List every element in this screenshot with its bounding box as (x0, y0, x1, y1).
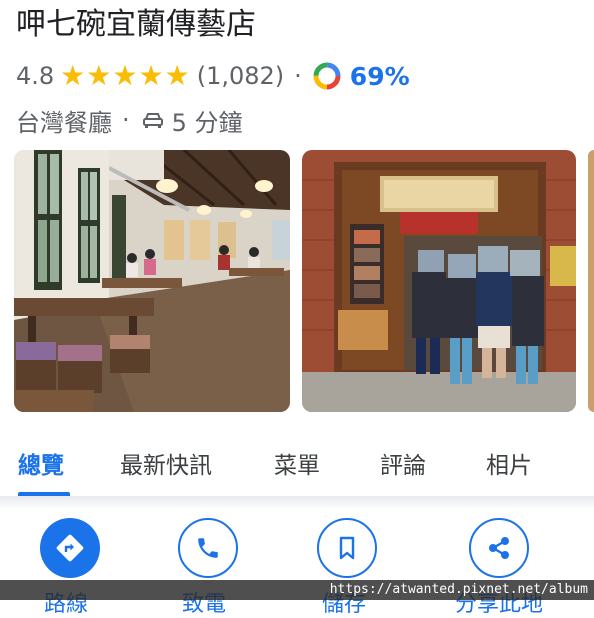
phone-icon (198, 538, 218, 558)
tab-updates[interactable]: 最新快訊 (120, 446, 212, 480)
star-icon: ★ (164, 59, 190, 92)
star-icon: ★ (138, 59, 164, 92)
bookmark-icon (339, 536, 355, 560)
star-icon: ★ (112, 59, 138, 92)
save-button[interactable] (317, 518, 377, 578)
drive-time: 5 分鐘 (171, 108, 243, 137)
directions-button[interactable] (40, 518, 100, 578)
watermark: https://atwanted.pixnet.net/album (0, 580, 594, 600)
rating-value: 4.8 (16, 62, 55, 90)
directions-icon (56, 534, 84, 562)
tab-overview[interactable]: 總覽 (18, 446, 64, 480)
interior-photo[interactable] (14, 150, 290, 412)
call-button[interactable] (178, 518, 238, 578)
category-label: 台灣餐廳 (16, 108, 112, 137)
separator-dot: · (122, 106, 130, 134)
share-icon (489, 537, 509, 559)
star-rating: ★ ★ ★ ★ ★ (60, 62, 191, 90)
google-logo-icon (313, 62, 341, 90)
tab-menu[interactable]: 菜單 (274, 446, 320, 480)
share-button[interactable] (469, 518, 529, 578)
rating-row[interactable]: 4.8 ★ ★ ★ ★ ★ (1,082) · 69% (16, 58, 410, 94)
tab-photos[interactable]: 相片 (486, 446, 532, 480)
storefront-photo[interactable] (302, 150, 576, 412)
star-icon: ★ (60, 59, 86, 92)
star-icon: ★ (86, 59, 112, 92)
tab-reviews[interactable]: 評論 (380, 446, 426, 480)
google-score: 69% (349, 61, 410, 91)
next-photo-peek[interactable] (588, 150, 594, 412)
separator-dot: · (294, 62, 302, 90)
category-row: 台灣餐廳 · 5 分鐘 (16, 102, 243, 138)
review-count[interactable]: (1,082) (197, 62, 284, 90)
place-title: 呷七碗宜蘭傳藝店 (16, 7, 256, 42)
tabs-divider (0, 496, 594, 510)
car-icon (142, 113, 163, 128)
tab-bar: 總覽 最新快訊 菜單 評論 相片 (0, 432, 594, 496)
